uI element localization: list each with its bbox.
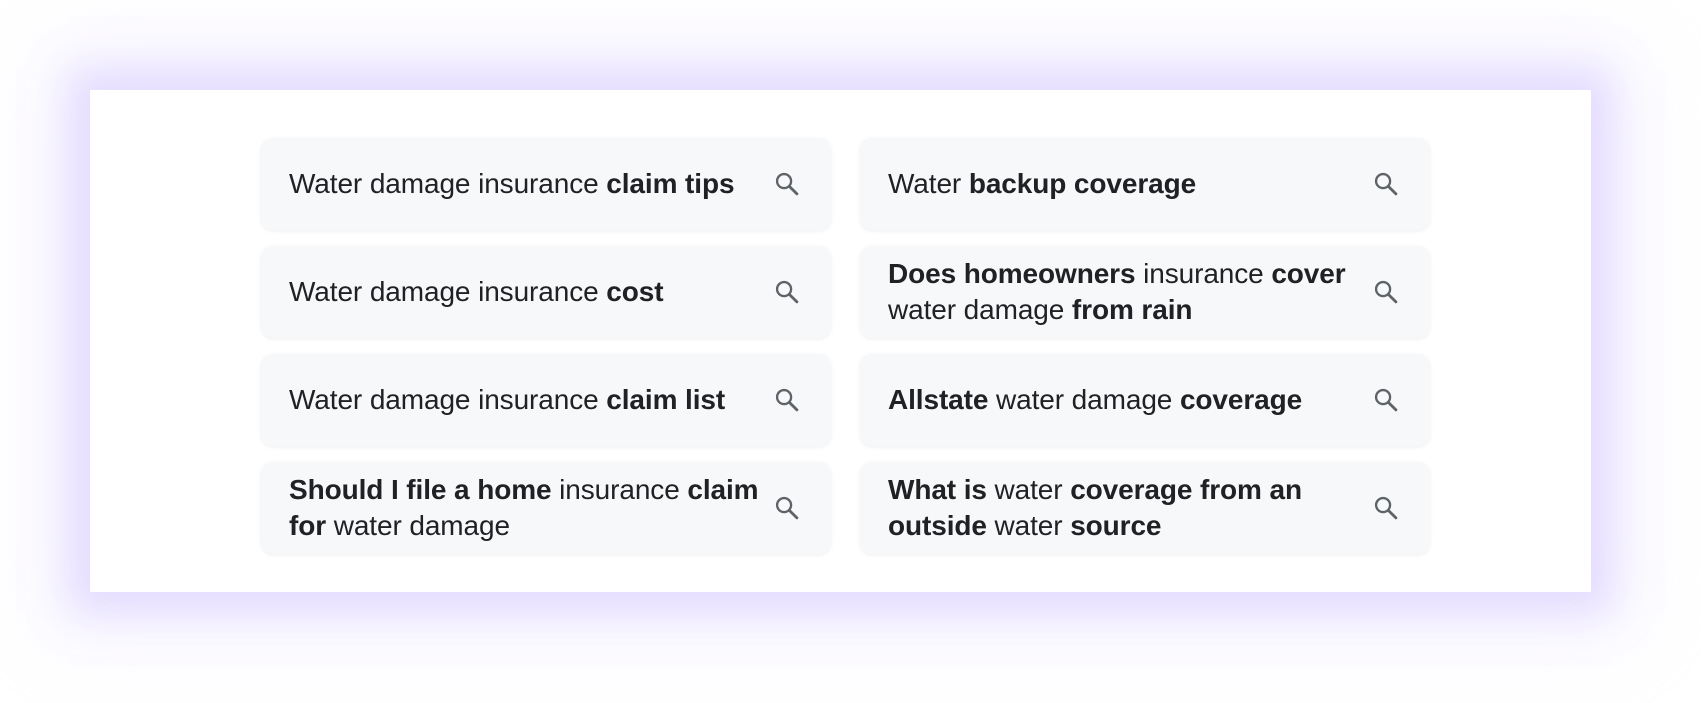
query-text: water damage xyxy=(326,510,510,541)
related-search-text: Water backup coverage xyxy=(888,166,1196,202)
related-search-chip-7[interactable]: Should I file a home insurance claim for… xyxy=(261,462,831,554)
highlighted-query-text: What is xyxy=(888,474,987,505)
related-search-text: Does homeowners insurance cover water da… xyxy=(888,256,1360,328)
related-search-chip-3[interactable]: Water damage insurance cost xyxy=(261,246,831,338)
highlighted-query-text: Should I file a home xyxy=(289,474,552,505)
highlighted-query-text: Does homeowners xyxy=(888,258,1136,289)
highlighted-query-text: source xyxy=(1070,510,1162,541)
related-search-chip-4[interactable]: Does homeowners insurance cover water da… xyxy=(860,246,1430,338)
highlighted-query-text: cover xyxy=(1271,258,1346,289)
query-text: water damage xyxy=(988,384,1180,415)
highlighted-query-text: claim tips xyxy=(606,168,735,199)
query-text: water xyxy=(986,474,1071,505)
query-text: water damage xyxy=(888,294,1072,325)
query-text: insurance xyxy=(1135,258,1272,289)
search-icon[interactable] xyxy=(1372,278,1400,306)
query-text: Water damage insurance xyxy=(289,384,607,415)
highlighted-query-text: Allstate xyxy=(888,384,989,415)
related-search-chip-2[interactable]: Water backup coverage xyxy=(860,138,1430,230)
query-text: insurance xyxy=(551,474,688,505)
related-search-text: Should I file a home insurance claim for… xyxy=(289,472,761,544)
related-search-text: Allstate water damage coverage xyxy=(888,382,1302,418)
related-search-chip-5[interactable]: Water damage insurance claim list xyxy=(261,354,831,446)
search-icon[interactable] xyxy=(773,170,801,198)
search-icon[interactable] xyxy=(1372,170,1400,198)
related-searches-card: Water damage insurance claim tips Water … xyxy=(90,90,1591,592)
query-text: Water damage insurance xyxy=(289,168,607,199)
highlighted-query-text: backup coverage xyxy=(968,168,1197,199)
search-icon[interactable] xyxy=(1372,494,1400,522)
highlighted-query-text: cost xyxy=(606,276,664,307)
related-search-text: What is water coverage from an outside w… xyxy=(888,472,1360,544)
related-search-chip-8[interactable]: What is water coverage from an outside w… xyxy=(860,462,1430,554)
query-text: Water xyxy=(888,168,969,199)
related-search-text: Water damage insurance cost xyxy=(289,274,664,310)
related-search-text: Water damage insurance claim list xyxy=(289,382,725,418)
related-searches-grid: Water damage insurance claim tips Water … xyxy=(261,138,1430,554)
highlighted-query-text: claim list xyxy=(606,384,726,415)
query-text: Water damage insurance xyxy=(289,276,607,307)
highlighted-query-text: coverage xyxy=(1179,384,1303,415)
related-search-chip-6[interactable]: Allstate water damage coverage xyxy=(860,354,1430,446)
search-icon[interactable] xyxy=(773,386,801,414)
query-text: water xyxy=(986,510,1071,541)
search-icon[interactable] xyxy=(773,494,801,522)
related-search-chip-1[interactable]: Water damage insurance claim tips xyxy=(261,138,831,230)
search-icon[interactable] xyxy=(1372,386,1400,414)
related-search-text: Water damage insurance claim tips xyxy=(289,166,735,202)
search-icon[interactable] xyxy=(773,278,801,306)
highlighted-query-text: from rain xyxy=(1071,294,1193,325)
